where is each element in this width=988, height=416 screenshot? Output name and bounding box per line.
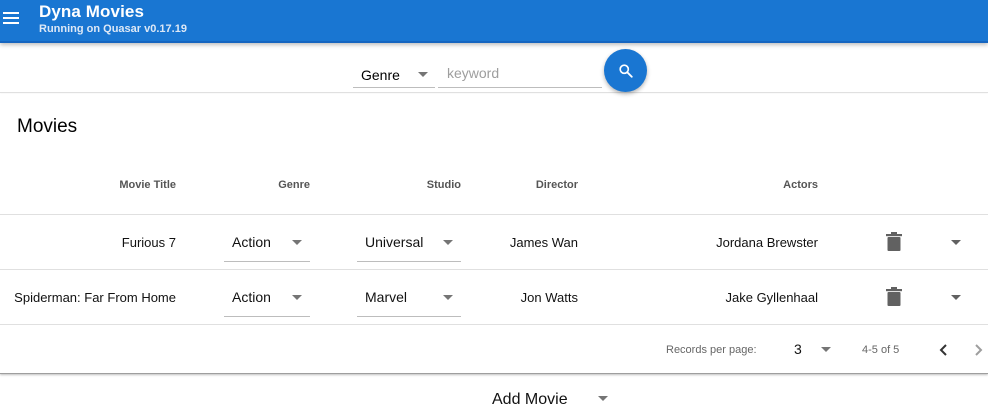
pagination-bar: Records per page: 3 4-5 of 5 (0, 324, 988, 373)
table-row: Furious 7 Action Universal James Wan Jor… (0, 214, 988, 269)
chevron-down-icon (292, 295, 302, 300)
add-movie-select[interactable]: Add Movie (486, 383, 616, 413)
studio-select-value: Universal (365, 234, 424, 250)
search-icon (619, 64, 633, 78)
rows-per-page-value: 3 (794, 341, 802, 357)
search-bar: Genre (0, 45, 988, 93)
column-header-actors[interactable]: Actors (740, 179, 818, 191)
actors-cell: Jake Gyllenhaal (725, 290, 819, 305)
rows-per-page-label: Records per page: (666, 344, 757, 356)
chevron-down-icon (598, 396, 608, 401)
studio-select-value: Marvel (365, 289, 408, 305)
column-header-director[interactable]: Director (518, 179, 578, 191)
movie-title-cell: Spiderman: Far From Home (14, 290, 176, 305)
page-range: 4-5 of 5 (862, 344, 900, 356)
app-subtitle: Running on Quasar v0.17.19 (39, 23, 187, 35)
movies-table: Movies Movie Title Genre Studio Director… (0, 94, 988, 374)
genre-filter-select[interactable]: Genre (353, 53, 435, 88)
studio-select[interactable]: Universal (357, 222, 461, 262)
app-title: Dyna Movies (39, 2, 145, 21)
genre-select-value: Action (232, 234, 271, 250)
delete-icon[interactable] (886, 287, 902, 306)
app-header: Dyna Movies Running on Quasar v0.17.19 (0, 0, 988, 43)
director-cell: James Wan (509, 235, 578, 250)
add-movie-label: Add Movie (492, 391, 568, 408)
genre-filter-value: Genre (361, 67, 400, 83)
chevron-down-icon (443, 295, 453, 300)
genre-select[interactable]: Action (224, 222, 310, 262)
previous-page-icon[interactable] (938, 343, 950, 357)
menu-icon[interactable] (3, 12, 19, 24)
chevron-down-icon (292, 240, 302, 245)
search-button[interactable] (604, 49, 647, 92)
chevron-down-icon (418, 72, 428, 77)
next-page-icon[interactable] (972, 343, 984, 357)
actors-cell: Jordana Brewster (716, 235, 818, 250)
rows-per-page-select[interactable]: 3 (788, 340, 836, 362)
director-cell: Jon Watts (520, 290, 578, 305)
column-header-genre[interactable]: Genre (250, 179, 310, 191)
column-header-studio[interactable]: Studio (400, 179, 461, 191)
keyword-input[interactable] (438, 53, 602, 88)
genre-select[interactable]: Action (224, 277, 310, 317)
movie-title-cell: Furious 7 (121, 235, 176, 250)
delete-icon[interactable] (886, 232, 902, 251)
chevron-down-icon (951, 295, 961, 300)
chevron-down-icon (443, 240, 453, 245)
table-row: Spiderman: Far From Home Action Marvel J… (0, 269, 988, 324)
table-title: Movies (17, 116, 78, 137)
chevron-down-icon (821, 347, 831, 352)
chevron-down-icon (951, 240, 961, 245)
studio-select[interactable]: Marvel (357, 277, 461, 317)
column-header-title[interactable]: Movie Title (96, 179, 176, 191)
genre-select-value: Action (232, 289, 271, 305)
